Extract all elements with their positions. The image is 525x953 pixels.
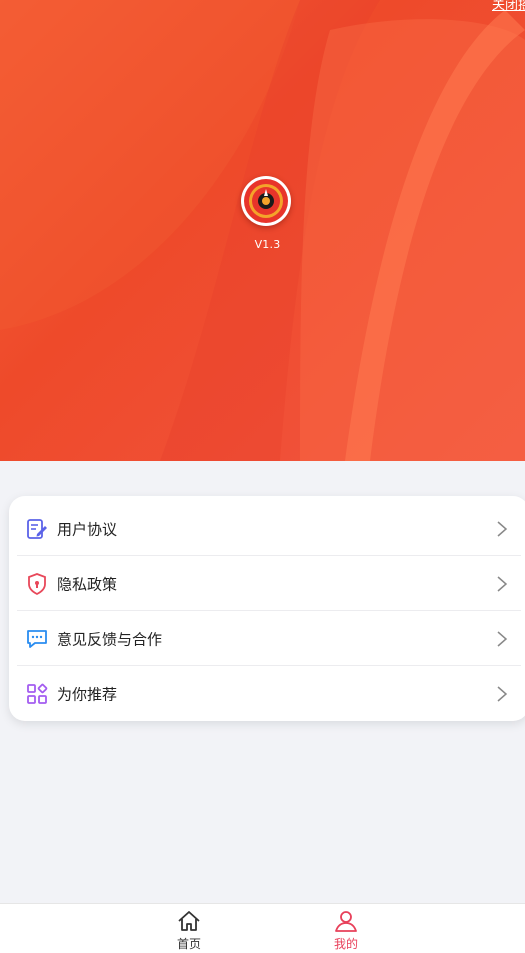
home-icon [178,911,200,931]
header-banner: 关闭摇 V1.3 [0,0,525,461]
menu-item-privacy-policy[interactable]: 隐私政策 [9,556,525,611]
app-logo [241,176,291,226]
menu-item-feedback[interactable]: 意见反馈与合作 [9,611,525,666]
top-right-link[interactable]: 关闭摇 [492,0,525,13]
user-icon [335,911,357,932]
chevron-right-icon [497,630,508,647]
menu-item-recommend[interactable]: 为你推荐 [9,666,525,721]
tab-home[interactable]: 首页 [149,904,229,953]
tab-label: 我的 [333,937,358,951]
tab-label: 首页 [176,937,201,951]
app-version: V1.3 [254,238,281,251]
menu-item-user-agreement[interactable]: 用户协议 [9,501,525,556]
settings-menu-card: 用户协议 隐私政策 意见反馈与合作 为你推荐 [9,496,525,721]
grid-apps-icon [27,683,48,704]
menu-item-label: 为你推荐 [57,685,118,703]
chevron-right-icon [497,575,508,592]
menu-item-label: 隐私政策 [57,575,118,593]
chevron-right-icon [497,685,508,702]
banner-background [0,0,525,461]
chat-bubble-icon [27,629,47,648]
tab-mine[interactable]: 我的 [306,904,386,953]
document-edit-icon [27,518,47,539]
bottom-tab-bar: 首页 我的 [0,903,525,953]
chevron-right-icon [497,520,508,537]
shield-icon [28,572,46,595]
menu-item-label: 意见反馈与合作 [57,630,163,648]
speedometer-logo-icon [244,179,288,223]
menu-item-label: 用户协议 [57,520,118,538]
